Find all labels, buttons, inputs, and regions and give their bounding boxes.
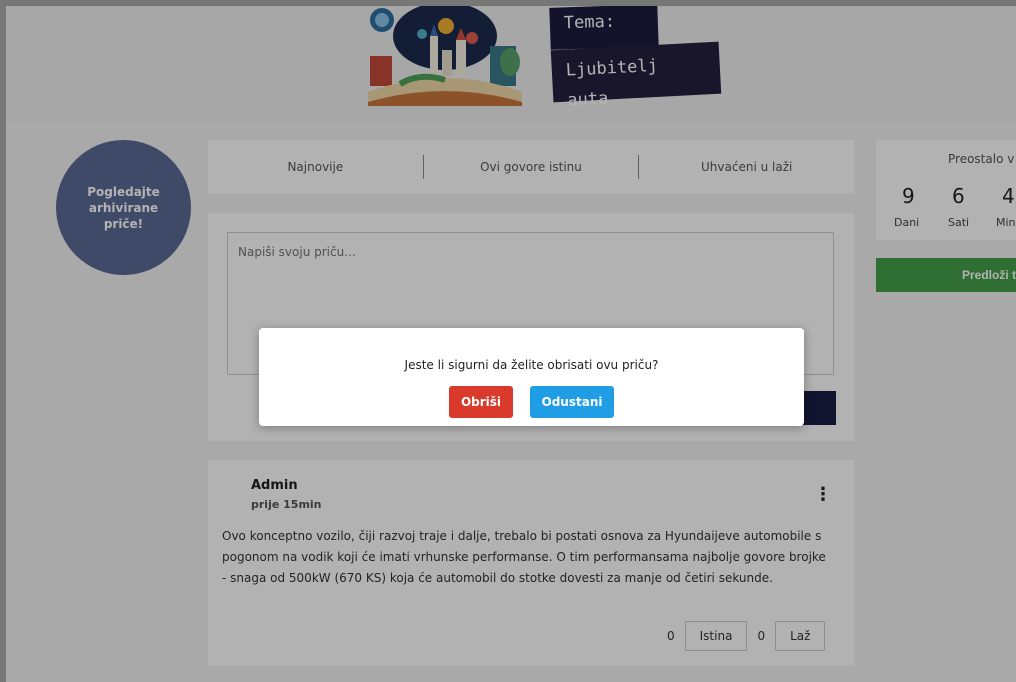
delete-confirm-dialog: Jeste li sigurni da želite obrisati ovu … (259, 328, 804, 426)
cancel-button[interactable]: Odustani (530, 386, 614, 418)
dialog-message: Jeste li sigurni da želite obrisati ovu … (404, 358, 659, 372)
delete-button[interactable]: Obriši (449, 386, 513, 418)
